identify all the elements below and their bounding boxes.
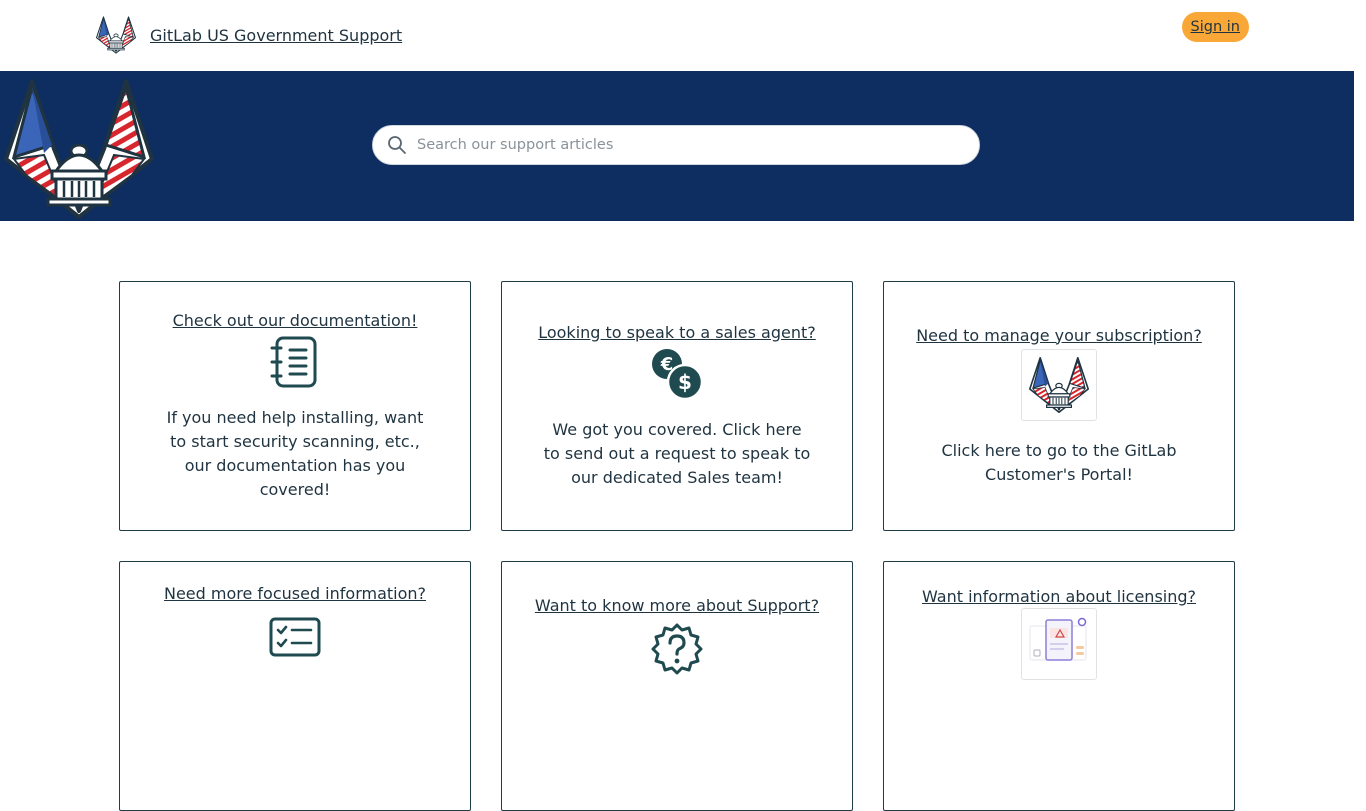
card-subscription[interactable]: Need to manage your subscription? Click … [883, 281, 1235, 531]
licensing-illustration-frame [1021, 608, 1097, 680]
card-licensing[interactable]: Want information about licensing? [883, 561, 1235, 811]
gitlab-gov-logo-icon[interactable] [96, 16, 136, 54]
card-title-sales[interactable]: Looking to speak to a sales agent? [538, 323, 816, 342]
gitlab-gov-hero-logo-icon [2, 79, 156, 219]
search-bar[interactable] [372, 125, 980, 165]
card-description-documentation: If you need help installing, want to sta… [166, 407, 424, 499]
question-badge-icon [651, 623, 703, 675]
top-navigation-bar: GitLab US Government Support Sign in [0, 0, 1366, 71]
search-icon [388, 136, 406, 154]
card-title-support-info[interactable]: Want to know more about Support? [535, 596, 819, 615]
search-input[interactable] [415, 136, 963, 154]
checklist-icon [269, 617, 321, 657]
card-title-focused-info[interactable]: Need more focused information? [164, 584, 426, 603]
hero-banner [0, 71, 1354, 221]
card-title-subscription[interactable]: Need to manage your subscription? [916, 326, 1202, 345]
gitlab-gov-logo-icon [1029, 357, 1089, 413]
svg-text:$: $ [678, 370, 692, 394]
card-description-subscription: Click here to go to the GitLab Customer'… [941, 440, 1177, 484]
sign-in-button[interactable]: Sign in [1181, 12, 1249, 42]
notebook-icon [270, 336, 317, 387]
currency-coins-icon: € $ [652, 348, 703, 400]
brand: GitLab US Government Support [96, 16, 402, 54]
card-focused-info[interactable]: Need more focused information? [119, 561, 471, 811]
card-sales[interactable]: Looking to speak to a sales agent? € $ W… [501, 281, 853, 531]
card-support-info[interactable]: Want to know more about Support? [501, 561, 853, 811]
card-title-documentation[interactable]: Check out our documentation! [173, 311, 418, 330]
brand-home-link[interactable]: GitLab US Government Support [150, 26, 402, 45]
card-description-sales: We got you covered. Click here to send o… [543, 419, 811, 487]
card-documentation[interactable]: Check out our documentation! If you need… [119, 281, 471, 531]
subscription-logo-frame [1021, 348, 1097, 421]
license-document-icon [1029, 617, 1087, 661]
card-title-licensing[interactable]: Want information about licensing? [922, 587, 1196, 606]
